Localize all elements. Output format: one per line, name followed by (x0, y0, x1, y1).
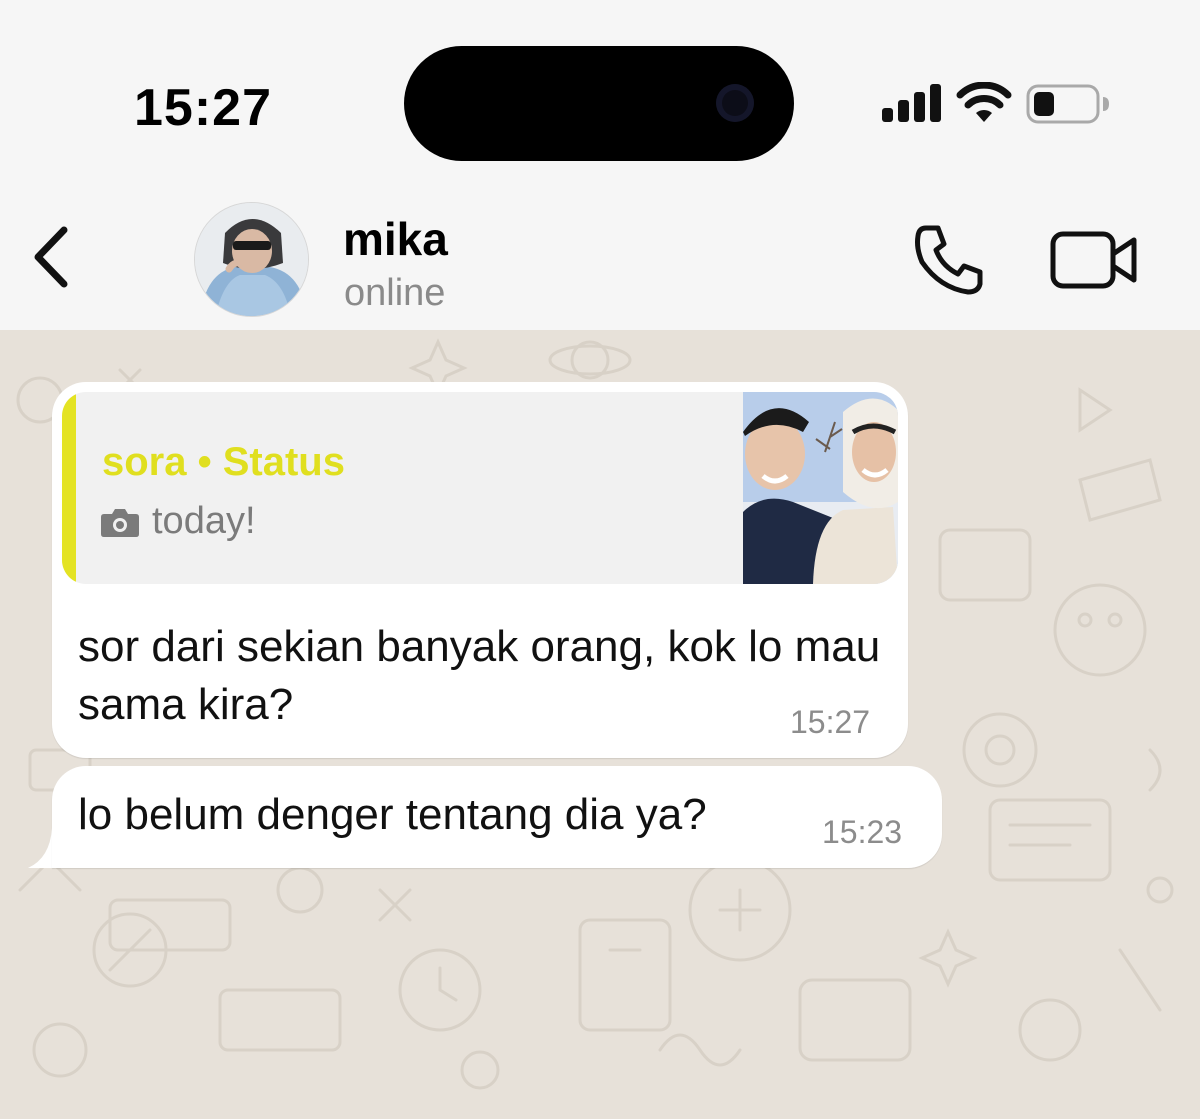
message-text: sor dari sekian banyak orang, kok lo mau… (78, 622, 881, 729)
phone-icon[interactable] (912, 222, 988, 298)
quoted-status-author: sora • Status (102, 440, 345, 484)
status-thumbnail (743, 392, 898, 584)
chat-screen: 15:27 mika online sora • Status today! s… (0, 0, 1200, 1119)
message-bubble-incoming[interactable]: lo belum denger tentang dia ya? 15:23 (52, 766, 942, 868)
quoted-status[interactable]: sora • Status today! (62, 392, 898, 584)
camera-icon (101, 509, 139, 537)
message-bubble-outgoing[interactable]: sora • Status today! sor dari sekian ban… (52, 382, 908, 758)
contact-presence: online (344, 272, 446, 314)
back-chevron-icon[interactable] (28, 222, 78, 292)
quote-accent-bar (62, 392, 76, 584)
message-text: lo belum denger tentang dia ya? (78, 790, 707, 839)
status-bar: 15:27 (0, 0, 1200, 180)
battery-icon (1026, 84, 1109, 124)
quoted-status-caption: today! (152, 500, 256, 542)
chat-header: mika online (0, 180, 1200, 330)
chat-area[interactable]: sora • Status today! sor dari sekian ban… (0, 330, 1200, 1119)
contact-name[interactable]: mika (343, 212, 448, 266)
front-camera (716, 84, 754, 122)
message-timestamp: 15:27 (790, 704, 871, 740)
status-time: 15:27 (134, 79, 272, 137)
wifi-icon (956, 82, 1012, 122)
video-camera-icon[interactable] (1050, 230, 1140, 290)
signal-icon (882, 84, 941, 122)
contact-avatar[interactable] (194, 202, 309, 317)
message-timestamp: 15:23 (822, 814, 903, 850)
